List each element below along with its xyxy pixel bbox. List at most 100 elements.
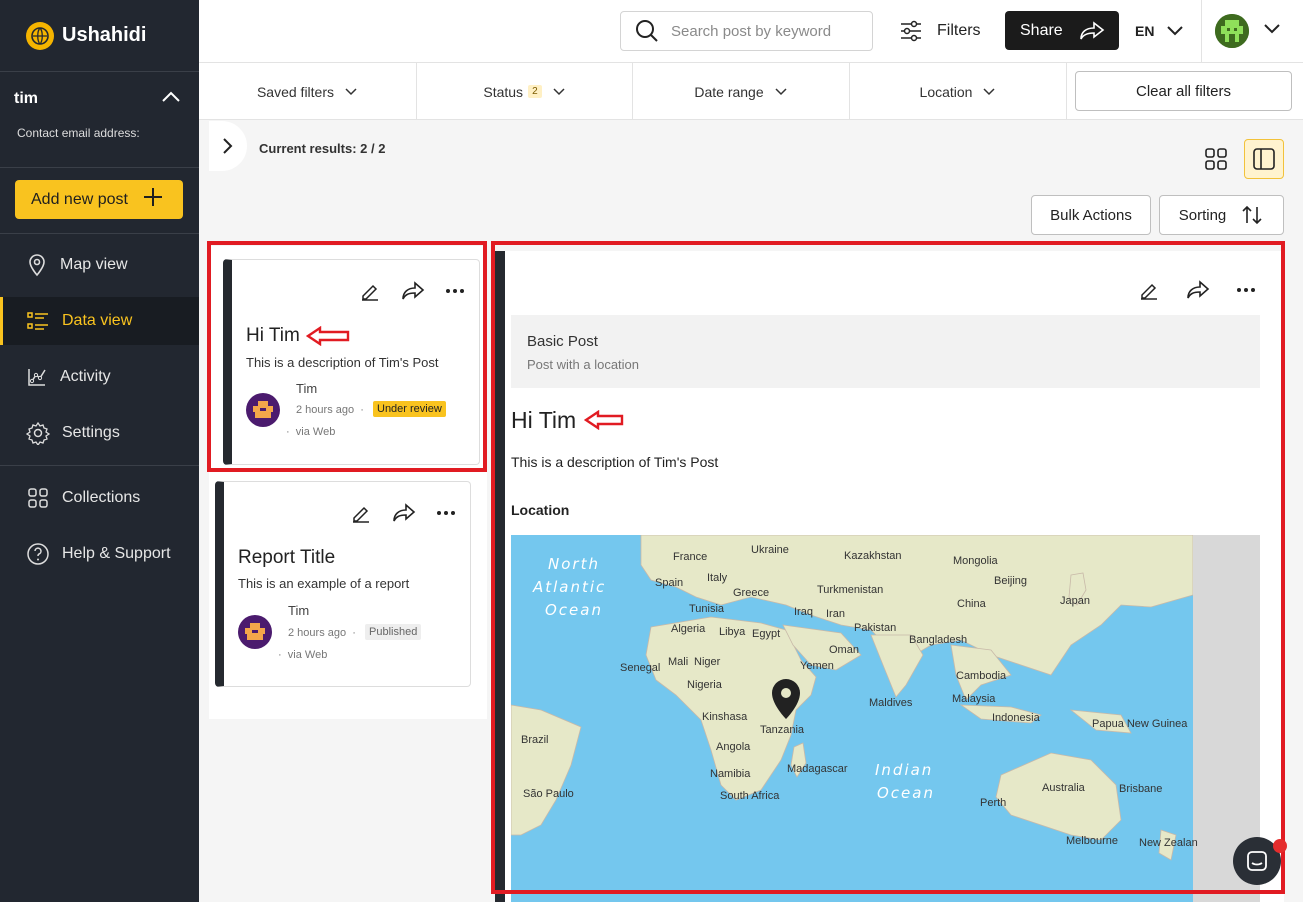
plus-icon bbox=[142, 186, 164, 213]
svg-text:Beijing: Beijing bbox=[994, 575, 1027, 587]
more-options-icon[interactable] bbox=[436, 510, 456, 516]
grid-view-button[interactable] bbox=[1196, 139, 1236, 179]
nav-label: Data view bbox=[62, 312, 133, 329]
sorting-label: Sorting bbox=[1178, 206, 1227, 224]
status-badge: Under review bbox=[373, 401, 446, 417]
edit-pencil-icon[interactable] bbox=[1138, 279, 1160, 301]
svg-text:Greece: Greece bbox=[733, 587, 769, 599]
nav-help-support[interactable]: Help & Support bbox=[0, 530, 199, 578]
status-label: Status bbox=[483, 83, 524, 100]
svg-text:Yemen: Yemen bbox=[800, 660, 834, 672]
share-arrow-icon bbox=[1079, 20, 1105, 39]
notification-dot bbox=[1273, 839, 1287, 853]
post-description: This is a description of Tim's Post bbox=[246, 355, 439, 370]
current-results: Current results: 2 / 2 bbox=[259, 141, 386, 156]
status-dropdown[interactable]: Status 2 bbox=[417, 63, 633, 120]
search-input[interactable] bbox=[671, 22, 861, 40]
sorting-button[interactable]: Sorting bbox=[1159, 195, 1284, 235]
post-author: Tim bbox=[296, 381, 318, 396]
user-block: tim Contact email address: bbox=[0, 72, 199, 168]
nav-data-view[interactable]: Data view bbox=[0, 297, 199, 345]
svg-text:Pakistan: Pakistan bbox=[854, 622, 896, 634]
search-box[interactable] bbox=[620, 11, 873, 51]
bulk-actions-button[interactable]: Bulk Actions bbox=[1031, 195, 1151, 235]
nav-label: Collections bbox=[62, 489, 141, 506]
ushahidi-logo-icon bbox=[26, 21, 54, 50]
sort-arrows-icon bbox=[1242, 205, 1262, 225]
chevron-up-icon[interactable] bbox=[161, 90, 181, 108]
svg-text:Italy: Italy bbox=[707, 572, 728, 584]
svg-text:Libya: Libya bbox=[719, 626, 746, 638]
edit-pencil-icon[interactable] bbox=[350, 502, 372, 524]
user-avatar[interactable] bbox=[1215, 14, 1249, 48]
list-view-button[interactable] bbox=[1244, 139, 1284, 179]
card-actions bbox=[350, 502, 456, 524]
svg-text:Tunisia: Tunisia bbox=[689, 603, 725, 615]
brand[interactable]: Ushahidi bbox=[0, 0, 199, 72]
more-options-icon[interactable] bbox=[1236, 287, 1256, 293]
share-arrow-icon[interactable] bbox=[392, 503, 416, 523]
svg-text:Cambodia: Cambodia bbox=[956, 670, 1007, 682]
nav-collections[interactable]: Collections bbox=[0, 474, 199, 522]
language-selector[interactable]: EN bbox=[1135, 14, 1184, 48]
svg-text:New Zealan: New Zealan bbox=[1139, 837, 1198, 849]
filter-bar: Saved filters Status 2 Date range Locati… bbox=[199, 63, 1303, 120]
svg-text:Ukraine: Ukraine bbox=[751, 544, 789, 556]
post-description: This is an example of a report bbox=[238, 576, 410, 591]
svg-text:Spain: Spain bbox=[655, 577, 683, 589]
share-button[interactable]: Share bbox=[1005, 11, 1119, 50]
location-label: Location bbox=[919, 83, 973, 100]
side-panel-icon bbox=[1253, 148, 1275, 170]
more-options-icon[interactable] bbox=[445, 288, 465, 294]
sliders-icon bbox=[901, 20, 921, 42]
post-source: · via Web bbox=[286, 426, 336, 438]
svg-text:Namibia: Namibia bbox=[710, 768, 751, 780]
svg-text:Maldives: Maldives bbox=[869, 697, 913, 709]
location-dropdown[interactable]: Location bbox=[850, 63, 1067, 120]
svg-text:Indonesia: Indonesia bbox=[992, 712, 1041, 724]
post-title: Hi Tim bbox=[246, 325, 300, 346]
divider bbox=[1201, 0, 1202, 63]
saved-filters-label: Saved filters bbox=[256, 83, 335, 100]
share-arrow-icon[interactable] bbox=[401, 281, 425, 301]
svg-text:Nigeria: Nigeria bbox=[687, 679, 723, 691]
nav-label: Settings bbox=[62, 424, 120, 441]
contact-email-label: Contact email address: bbox=[17, 126, 140, 140]
svg-text:Japan: Japan bbox=[1060, 595, 1090, 607]
date-range-dropdown[interactable]: Date range bbox=[633, 63, 850, 120]
add-new-post-button[interactable]: Add new post bbox=[15, 180, 183, 219]
svg-text:Madagascar: Madagascar bbox=[787, 763, 848, 775]
location-map[interactable]: North Atlantic Ocean Indian Ocean France… bbox=[511, 535, 1260, 902]
map-pin-icon bbox=[29, 254, 45, 277]
svg-text:Kazakhstan: Kazakhstan bbox=[844, 550, 901, 562]
post-card[interactable]: Hi Tim This is a description of Tim's Po… bbox=[223, 259, 480, 465]
activity-icon bbox=[28, 369, 46, 386]
divider bbox=[0, 465, 199, 466]
svg-text:Niger: Niger bbox=[694, 656, 721, 668]
share-label: Share bbox=[1020, 21, 1063, 39]
detail-title: Hi Tim bbox=[511, 407, 577, 433]
chevron-down-icon bbox=[1167, 26, 1184, 36]
post-title: Report Title bbox=[238, 547, 336, 568]
svg-text:Turkmenistan: Turkmenistan bbox=[817, 584, 883, 596]
filters-button[interactable]: Filters bbox=[899, 14, 981, 48]
chevron-down-icon[interactable] bbox=[1263, 22, 1281, 40]
nav-activity[interactable]: Activity bbox=[0, 353, 199, 401]
author-avatar bbox=[238, 615, 272, 649]
share-arrow-icon[interactable] bbox=[1186, 280, 1210, 300]
nav-settings[interactable]: Settings bbox=[0, 409, 199, 457]
nav-map-view[interactable]: Map view bbox=[0, 241, 199, 289]
nav-label: Help & Support bbox=[62, 545, 171, 562]
svg-text:Perth: Perth bbox=[980, 797, 1006, 809]
survey-info: Basic Post Post with a location bbox=[511, 315, 1260, 388]
post-card[interactable]: Report Title This is an example of a rep… bbox=[215, 481, 471, 687]
grid-icon bbox=[1205, 148, 1227, 170]
edit-pencil-icon[interactable] bbox=[359, 280, 381, 302]
saved-filters-dropdown[interactable]: Saved filters bbox=[199, 63, 417, 120]
divider bbox=[0, 233, 199, 234]
chevron-right-icon bbox=[223, 138, 233, 154]
svg-text:Malaysia: Malaysia bbox=[952, 693, 996, 705]
clear-all-filters-button[interactable]: Clear all filters bbox=[1075, 71, 1292, 111]
location-heading: Location bbox=[511, 502, 570, 518]
collapse-panel-button[interactable] bbox=[209, 121, 247, 171]
